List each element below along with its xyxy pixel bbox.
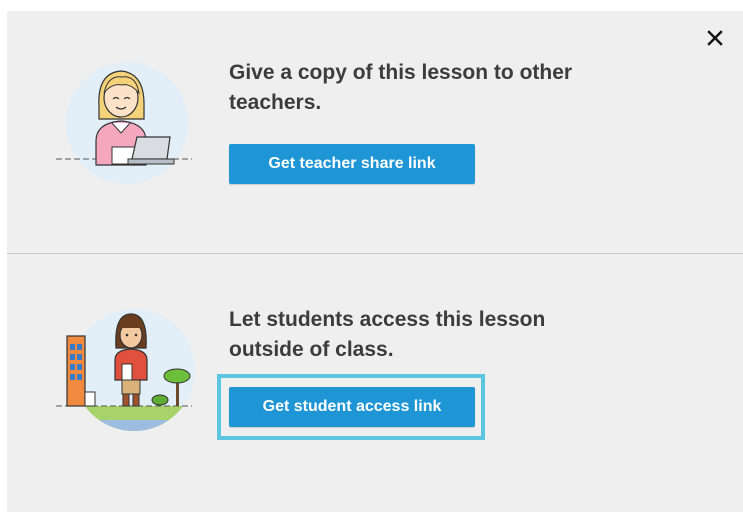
teacher-heading-line1: Give a copy of this lesson to other	[229, 61, 573, 84]
teacher-share-heading: Give a copy of this lesson to other teac…	[229, 58, 649, 118]
student-illustration	[56, 309, 195, 431]
student-access-section: Let students access this lesson outside …	[7, 254, 743, 512]
teacher-heading-line2: teachers.	[229, 91, 322, 114]
student-heading-line1: Let students access this lesson	[229, 308, 546, 331]
student-access-heading: Let students access this lesson outside …	[229, 305, 649, 365]
share-dialog: Give a copy of this lesson to other teac…	[7, 11, 743, 512]
teacher-share-section: Give a copy of this lesson to other teac…	[7, 11, 743, 253]
get-teacher-share-link-button[interactable]: Get teacher share link	[229, 144, 475, 184]
teacher-illustration	[56, 62, 192, 184]
student-heading-line2: outside of class.	[229, 338, 394, 361]
get-student-access-link-button[interactable]: Get student access link	[229, 387, 475, 427]
